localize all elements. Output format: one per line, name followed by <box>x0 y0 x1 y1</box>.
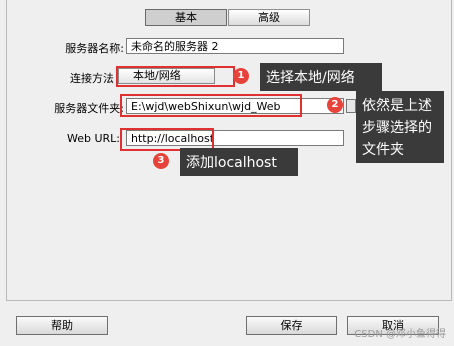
highlight-box-2 <box>120 94 302 117</box>
step-3-badge: 3 <box>153 153 169 169</box>
web-url-label: Web URL: <box>66 132 120 145</box>
tip-3: 添加localhost <box>180 148 298 176</box>
step-1-badge: 1 <box>233 68 249 84</box>
watermark-text: CSDN @邓小鱼得得 <box>354 329 446 340</box>
tab-advanced[interactable]: 高级 <box>228 9 310 26</box>
browse-folder-button[interactable] <box>346 99 356 113</box>
save-button[interactable]: 保存 <box>246 316 337 335</box>
server-name-label: 服务器名称: <box>65 42 124 55</box>
tip-2: 依然是上述步骤选择的文件夹 <box>356 91 444 163</box>
connect-method-label: 连接方法 <box>70 72 114 85</box>
tip-1: 选择本地/网络 <box>260 63 382 91</box>
server-name-input[interactable]: 未命名的服务器 2 <box>126 38 344 54</box>
highlight-box-1 <box>116 66 235 87</box>
tab-basic[interactable]: 基本 <box>145 9 227 26</box>
step-2-badge: 2 <box>327 97 343 113</box>
help-button[interactable]: 帮助 <box>16 316 108 335</box>
server-folder-label: 服务器文件夹: <box>54 102 124 115</box>
